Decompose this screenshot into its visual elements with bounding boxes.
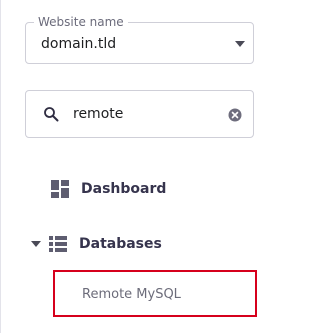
sidebar-item-label: Dashboard	[81, 181, 167, 197]
sidebar-item-databases[interactable]: Databases	[31, 235, 162, 253]
search-input[interactable]	[73, 105, 213, 123]
database-list-icon	[49, 236, 67, 252]
website-name-label: Website name	[34, 14, 128, 30]
caret-down-icon[interactable]	[31, 240, 41, 248]
sidebar-item-dashboard[interactable]: Dashboard	[51, 180, 166, 198]
sidebar-subitem-remote-mysql[interactable]: Remote MySQL	[53, 270, 257, 317]
sidebar-subitem-label: Remote MySQL	[82, 287, 181, 302]
clear-icon[interactable]	[228, 108, 242, 122]
search-icon	[44, 107, 59, 122]
website-name-value: domain.tld	[41, 36, 117, 52]
sidebar-divider	[0, 0, 1, 333]
dashboard-grid-icon	[51, 180, 69, 198]
search-box[interactable]	[25, 90, 254, 138]
chevron-down-icon[interactable]	[235, 41, 245, 47]
website-name-select[interactable]: Website name domain.tld	[25, 14, 254, 64]
sidebar-item-label: Databases	[79, 236, 162, 252]
